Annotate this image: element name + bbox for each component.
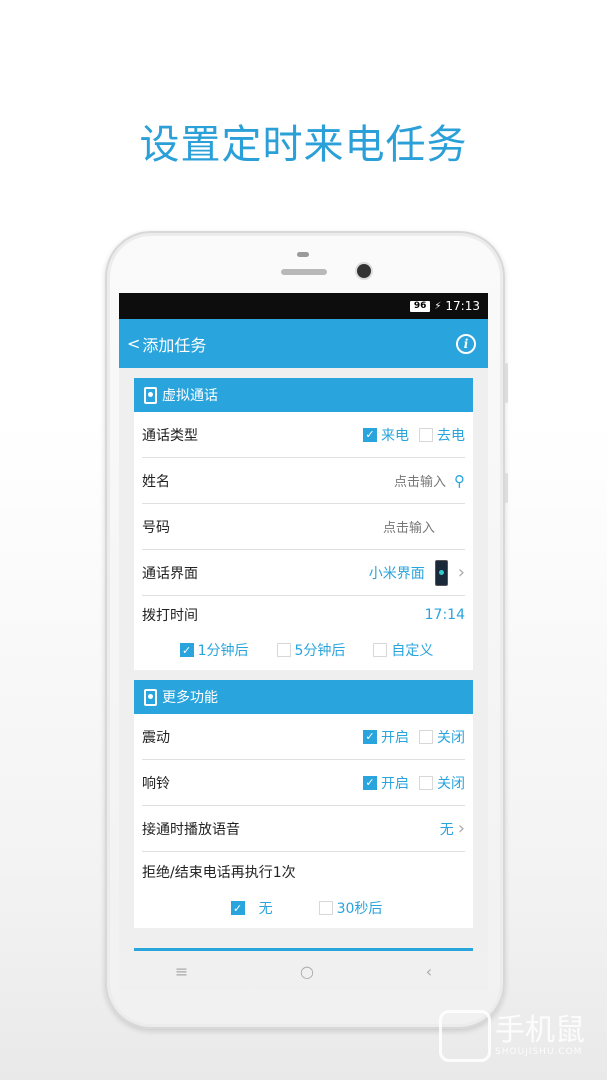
- back-chevron-icon: <: [127, 334, 141, 353]
- checkbox-1min[interactable]: ✓: [179, 643, 194, 657]
- redo-options: ✓ 无 30秒后: [134, 892, 473, 928]
- call-type-row: 通话类型 ✓ 来电 去电: [142, 412, 465, 458]
- app-bar-title: 添加任务: [142, 335, 207, 355]
- earpiece-speaker: [281, 269, 327, 275]
- outgoing-label[interactable]: 去电: [437, 425, 465, 445]
- app-bar: < 添加任务 i: [119, 319, 488, 368]
- delay-5min-label: 5分钟后: [294, 643, 346, 659]
- checkbox-none[interactable]: ✓: [230, 901, 245, 915]
- dial-time-row[interactable]: 拨打时间 17:14: [142, 596, 465, 634]
- vibrate-row: 震动 ✓ 开启 关闭: [142, 714, 465, 760]
- battery-indicator: 96: [409, 300, 431, 312]
- watermark: 手机鼠 SHOUJISHU.COM: [439, 1010, 585, 1062]
- checkbox-5min[interactable]: [276, 643, 291, 657]
- vibrate-on-label[interactable]: 开启: [381, 727, 409, 747]
- delay-options: ✓ 1分钟后 5分钟后 自定义: [134, 634, 473, 670]
- volume-button: [505, 363, 508, 403]
- card-title: 虚拟通话: [162, 388, 218, 404]
- page-headline: 设置定时来电任务: [139, 122, 468, 168]
- watermark-text: 手机鼠: [495, 1013, 585, 1048]
- redo-none-label: 无: [258, 901, 273, 917]
- more-functions-card: 更多功能 震动 ✓ 开启 关闭 响铃 ✓ 开启 关闭 接通时播放语音 无 › 拒…: [134, 680, 473, 928]
- status-bar: 96 ⚡ 17:13: [119, 293, 488, 319]
- ring-on-label[interactable]: 开启: [381, 773, 409, 793]
- phone-frame: 96 ⚡ 17:13 < 添加任务 i 虚拟通话 通话类型 ✓ 来电 去电 姓名…: [105, 231, 508, 1029]
- charging-icon: ⚡: [434, 300, 442, 312]
- search-icon[interactable]: ⚲: [454, 472, 465, 490]
- card-header-more: 更多功能: [134, 680, 473, 714]
- name-row[interactable]: 姓名 点击输入 ⚲: [142, 458, 465, 504]
- redo-option-none[interactable]: ✓ 无: [225, 898, 273, 918]
- voice-row[interactable]: 接通时播放语音 无 ›: [142, 806, 465, 852]
- checkbox-custom[interactable]: [373, 643, 388, 657]
- redo-row: 拒绝/结束电话再执行1次: [142, 852, 465, 892]
- card-title: 更多功能: [162, 690, 218, 706]
- vibrate-on-checkbox[interactable]: ✓: [363, 729, 377, 744]
- vibrate-label: 震动: [142, 729, 170, 746]
- watermark-url: SHOUJISHU.COM: [495, 1047, 583, 1057]
- card-header-virtual-call: 虚拟通话: [134, 378, 473, 412]
- call-ui-row[interactable]: 通话界面 小米界面 ›: [142, 550, 465, 596]
- call-ui-preview-icon: [434, 559, 448, 586]
- status-time: 17:13: [445, 299, 480, 313]
- name-label: 姓名: [142, 473, 170, 490]
- call-ui-label: 通话界面: [142, 565, 198, 582]
- ring-row: 响铃 ✓ 开启 关闭: [142, 760, 465, 806]
- home-icon[interactable]: ○: [300, 962, 314, 981]
- chevron-right-icon: ›: [457, 818, 465, 839]
- incoming-checkbox[interactable]: ✓: [363, 427, 377, 442]
- power-button: [505, 473, 508, 503]
- delay-option-custom[interactable]: 自定义: [367, 640, 433, 660]
- delay-option-1min[interactable]: ✓ 1分钟后: [174, 640, 249, 660]
- dial-time-label: 拨打时间: [142, 608, 198, 624]
- ring-off-checkbox[interactable]: [419, 775, 433, 790]
- outgoing-checkbox[interactable]: [419, 427, 433, 442]
- name-input[interactable]: 点击输入: [394, 471, 446, 490]
- virtual-call-card: 虚拟通话 通话类型 ✓ 来电 去电 姓名 点击输入 ⚲ 号码 点击输入 通话界面…: [134, 378, 473, 670]
- number-row[interactable]: 号码 点击输入: [142, 504, 465, 550]
- redo-30s-label: 30秒后: [336, 901, 383, 917]
- call-ui-value: 小米界面: [368, 565, 425, 582]
- phone-screen: 96 ⚡ 17:13 < 添加任务 i 虚拟通话 通话类型 ✓ 来电 去电 姓名…: [119, 293, 488, 951]
- delay-custom-label: 自定义: [391, 643, 434, 659]
- menu-icon[interactable]: ≡: [175, 962, 188, 981]
- number-label: 号码: [142, 519, 170, 536]
- ring-label: 响铃: [142, 775, 170, 792]
- info-icon[interactable]: i: [456, 333, 476, 354]
- vibrate-off-checkbox[interactable]: [419, 729, 433, 744]
- watermark-logo-icon: [439, 1010, 491, 1062]
- redo-label: 拒绝/结束电话再执行1次: [142, 865, 296, 881]
- vibrate-off-label[interactable]: 关闭: [437, 727, 465, 747]
- front-camera: [357, 264, 371, 278]
- voice-value: 无: [439, 821, 454, 838]
- ring-on-checkbox[interactable]: ✓: [363, 775, 377, 790]
- phone-icon: [144, 386, 157, 404]
- ring-off-label[interactable]: 关闭: [437, 773, 465, 793]
- proximity-sensor: [297, 252, 309, 257]
- back-button[interactable]: < 添加任务: [127, 332, 206, 356]
- back-icon[interactable]: ‹: [426, 962, 432, 981]
- delay-1min-label: 1分钟后: [197, 643, 249, 659]
- incoming-label[interactable]: 来电: [381, 425, 409, 445]
- call-type-label: 通话类型: [142, 427, 198, 444]
- delay-option-5min[interactable]: 5分钟后: [271, 640, 346, 660]
- dial-time-value[interactable]: 17:14: [425, 607, 465, 623]
- chevron-right-icon: ›: [457, 562, 465, 583]
- phone-icon: [144, 688, 157, 706]
- voice-label: 接通时播放语音: [142, 821, 240, 838]
- redo-option-30s[interactable]: 30秒后: [313, 898, 383, 918]
- number-input[interactable]: 点击输入: [383, 517, 435, 536]
- nav-bar: ≡ ○ ‹: [119, 951, 488, 991]
- checkbox-30s[interactable]: [318, 901, 333, 915]
